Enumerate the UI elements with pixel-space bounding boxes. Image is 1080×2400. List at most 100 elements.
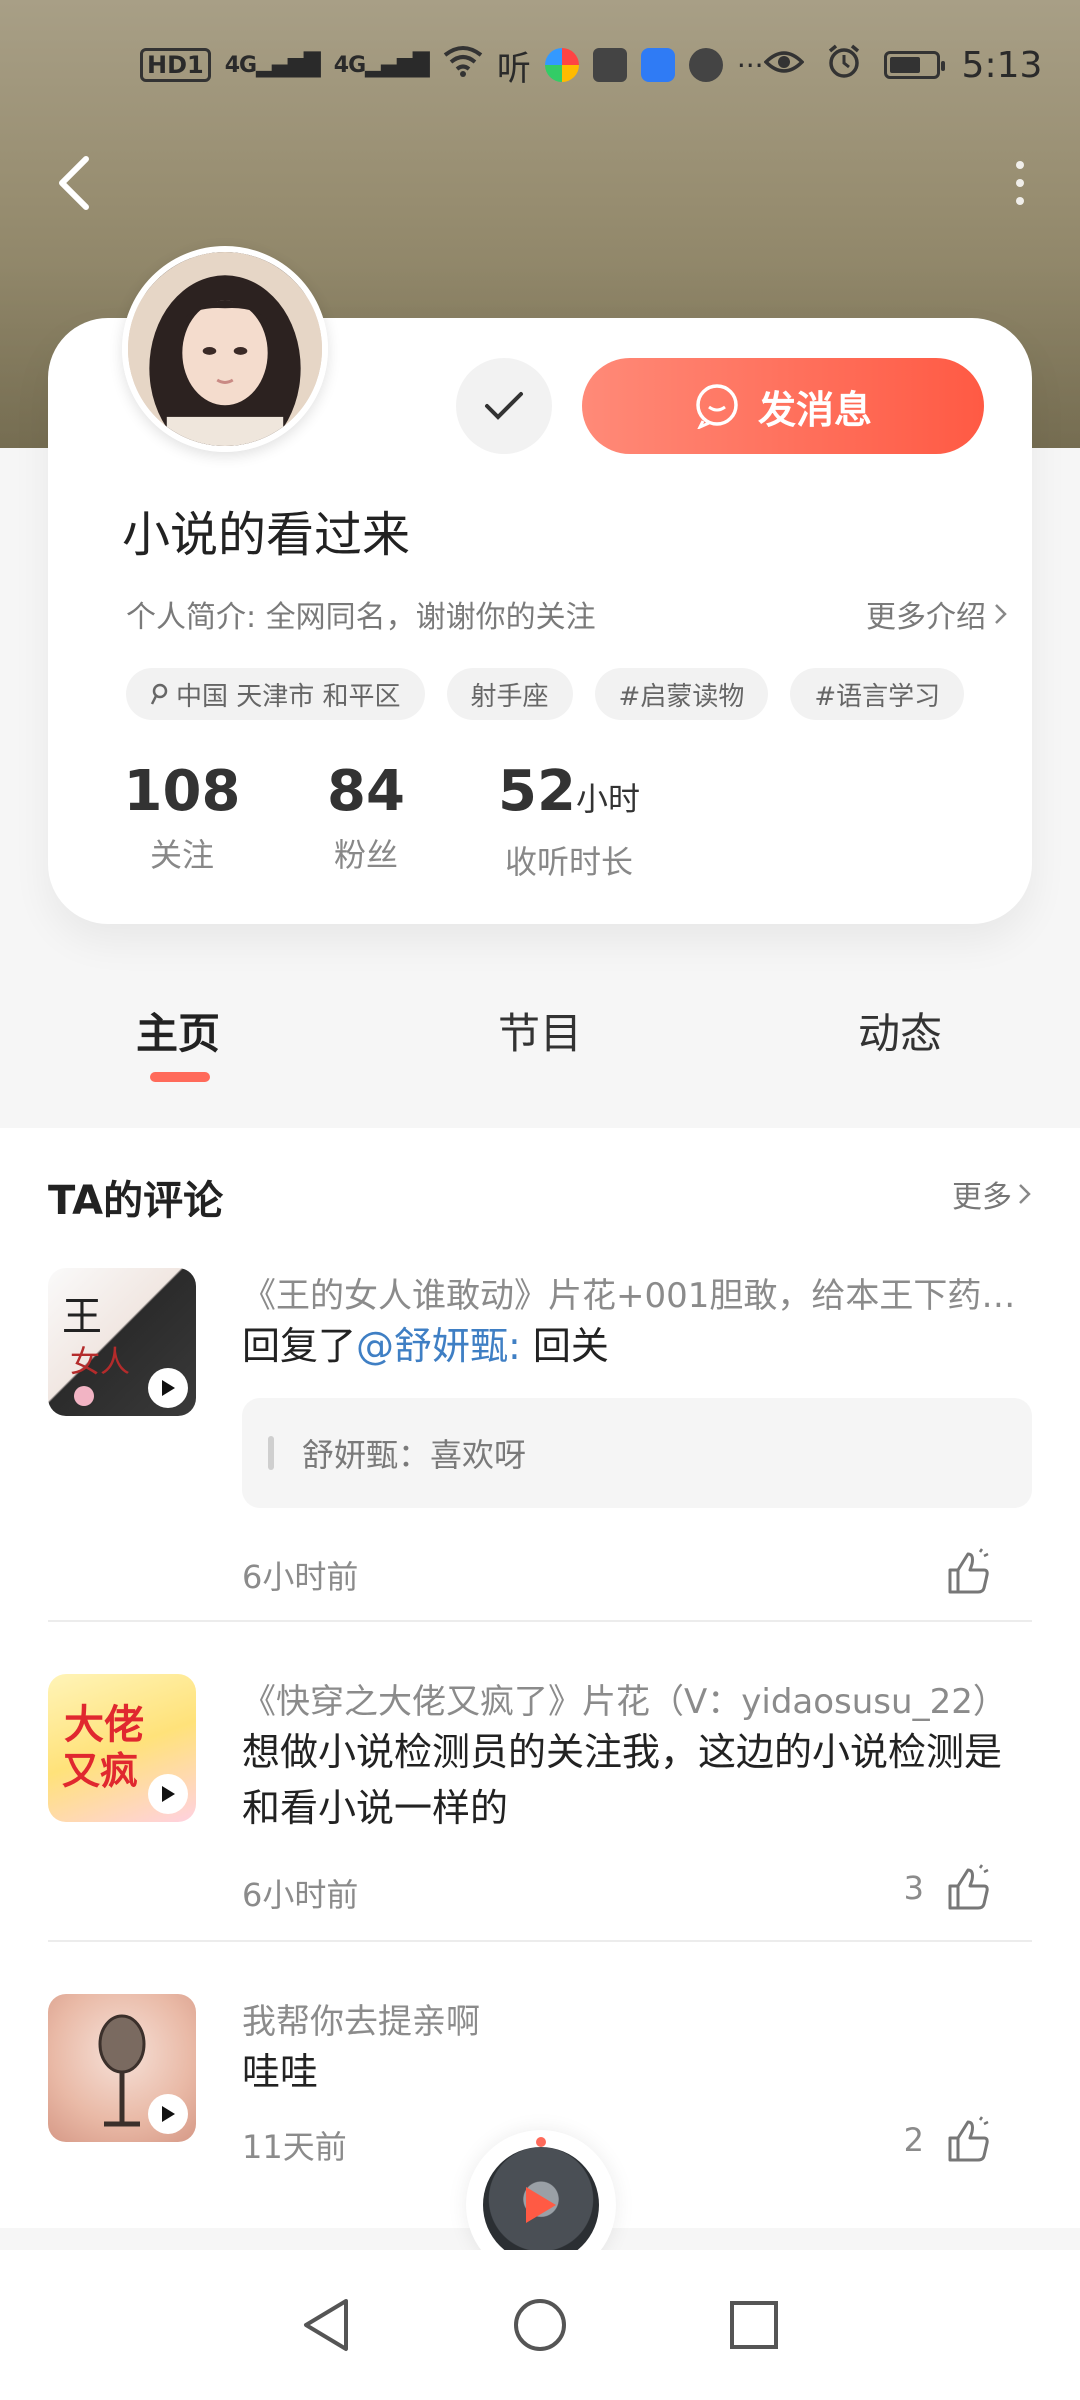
play-icon (162, 1786, 175, 1802)
stat-label: 关注 (149, 836, 214, 874)
mini-player-disc (483, 2137, 599, 2263)
thumb-up-icon (948, 2116, 989, 2162)
send-message-label: 发消息 (757, 387, 872, 432)
colorful-app-icon (544, 48, 579, 82)
comment-item[interactable]: 王 女人 《王的女人谁敢动》片花+001胆敢，给本王下药… 回复了@舒妍甄: 回… (48, 1268, 1032, 1596)
play-button[interactable] (148, 2094, 188, 2134)
status-time: 5:13 (961, 44, 1043, 86)
like-button[interactable]: 2 (904, 2116, 992, 2164)
followed-button[interactable] (456, 358, 552, 454)
divider (48, 1620, 1032, 1622)
eye-icon (763, 45, 805, 85)
svg-text:又疯: 又疯 (62, 1749, 138, 1793)
thumb-up-icon (948, 1548, 989, 1594)
stat-following[interactable]: 108 关注 (124, 760, 241, 883)
mention-link[interactable]: @舒妍甄: (356, 1324, 521, 1368)
comment-text: 想做小说检测员的关注我，这边的小说检测是和看小说一样的 (242, 1730, 1003, 1830)
comment-time: 6小时前 (242, 1558, 359, 1596)
wechat-app-icon (688, 48, 723, 82)
more-icon-dot (1016, 179, 1024, 187)
more-options-button[interactable] (1000, 148, 1040, 218)
play-icon (526, 2187, 556, 2223)
tag-label: #启蒙读物 (618, 681, 745, 712)
avatar[interactable] (122, 246, 328, 452)
profile-tabs: 主页 节目 动态 (0, 1000, 1080, 1110)
tab-indicator (150, 1072, 210, 1082)
alarm-icon (826, 43, 862, 88)
tab-activity[interactable]: 动态 (858, 1000, 942, 1061)
system-navigation-bar (0, 2250, 1080, 2400)
tag-label: 射手座 (470, 681, 549, 712)
battery-icon (883, 51, 945, 79)
comment-time: 11天前 (242, 2128, 347, 2166)
tab-programs[interactable]: 节目 (498, 1000, 582, 1061)
nav-home-icon[interactable] (512, 2297, 568, 2353)
tag-interest[interactable]: #启蒙读物 (594, 668, 769, 720)
message-app-icon (592, 48, 627, 82)
chat-bubble-icon (696, 384, 738, 429)
svg-text:女人: 女人 (70, 1345, 130, 1380)
more-icon-dot (1016, 161, 1024, 169)
status-bar: HD1 4G▂▄▆█ 4G▂▄▆█ 听 ··· 5:13 (0, 0, 1080, 130)
nav-recents-icon[interactable] (728, 2299, 780, 2351)
like-button[interactable]: 3 (904, 1864, 992, 1912)
more-intro-link[interactable]: 更多介绍 (866, 592, 1008, 636)
location-icon (150, 683, 168, 705)
stat-listen-time[interactable]: 52小时 收听时长 (494, 760, 644, 883)
more-label: 更多 (952, 1180, 1012, 1215)
like-count: 2 (903, 2121, 924, 2159)
tag-interest[interactable]: #语言学习 (790, 668, 965, 720)
comment-source[interactable]: 我帮你去提亲啊 (242, 1994, 1032, 2043)
more-intro-label: 更多介绍 (866, 600, 986, 635)
status-right: 5:13 (763, 43, 1043, 88)
comment-text: 回复了@舒妍甄: 回关 (242, 1318, 1032, 1374)
stat-label: 粉丝 (333, 836, 398, 874)
svg-text:王: 王 (62, 1294, 102, 1340)
like-button[interactable] (924, 1548, 992, 1596)
tag-zodiac[interactable]: 射手座 (446, 668, 573, 720)
divider (48, 1940, 1032, 1942)
mini-player-indicator (536, 2137, 546, 2147)
tag-label: 中国 天津市 和平区 (176, 681, 401, 712)
svg-text:大佬: 大佬 (64, 1702, 144, 1748)
tag-location[interactable]: 中国 天津市 和平区 (126, 668, 425, 720)
tag-label: #语言学习 (814, 681, 941, 712)
wifi-icon (443, 45, 483, 86)
signal-4g-2-icon: 4G▂▄▆█ (333, 52, 430, 78)
thumb-up-icon (948, 1864, 989, 1910)
tab-home[interactable]: 主页 (136, 1000, 220, 1061)
play-icon (162, 1380, 175, 1396)
quoted-reply[interactable]: 舒妍甄：喜欢呀 (242, 1398, 1032, 1508)
tag-list: 中国 天津市 和平区 射手座 #启蒙读物 #语言学习 (126, 668, 965, 720)
play-button[interactable] (148, 1774, 188, 1814)
profile-stats: 108 关注 84 粉丝 52小时 收听时长 (124, 760, 644, 883)
comment-text-prefix: 回复了 (242, 1324, 357, 1368)
program-cover[interactable]: 王 女人 (48, 1268, 196, 1416)
back-icon (59, 156, 89, 210)
comment-text: 哇哇 (242, 2050, 319, 2094)
section-title: TA的评论 (48, 1178, 224, 1224)
comments-more-link[interactable]: 更多 (952, 1172, 1032, 1216)
back-button[interactable] (44, 148, 104, 218)
stat-label: 收听时长 (504, 843, 633, 881)
program-cover[interactable] (48, 1994, 196, 2142)
comment-time: 6小时前 (242, 1876, 359, 1914)
profile-page: HD1 4G▂▄▆█ 4G▂▄▆█ 听 ··· 5:13 发消息 小说的看过来 … (0, 0, 1080, 2400)
status-left: HD1 4G▂▄▆█ 4G▂▄▆█ 听 ··· (140, 41, 764, 90)
stat-value: 52 (498, 759, 576, 824)
program-cover[interactable]: 大佬 又疯 (48, 1674, 196, 1822)
hd-indicator: HD1 (140, 48, 211, 82)
play-icon (162, 2106, 175, 2122)
play-button[interactable] (148, 1368, 188, 1408)
comments-section: TA的评论 更多 王 女人 《王的女人谁敢动》片花+001胆敢，给本王下药… 回… (0, 1128, 1080, 2228)
stat-followers[interactable]: 84 粉丝 (310, 760, 422, 883)
comment-source[interactable]: 《王的女人谁敢动》片花+001胆敢，给本王下药… (242, 1268, 1032, 1317)
more-icon-dot (1016, 197, 1024, 205)
username: 小说的看过来 (122, 507, 411, 563)
bulb-app-icon (640, 48, 675, 82)
nav-back-icon[interactable] (300, 2297, 352, 2353)
comment-source[interactable]: 《快穿之大佬又疯了》片花（V：yidaosusu_22） (242, 1674, 1032, 1723)
comment-text-suffix: 回关 (520, 1324, 609, 1368)
send-message-button[interactable]: 发消息 (582, 358, 984, 454)
comment-item[interactable]: 大佬 又疯 《快穿之大佬又疯了》片花（V：yidaosusu_22） 想做小说检… (48, 1674, 1032, 1934)
